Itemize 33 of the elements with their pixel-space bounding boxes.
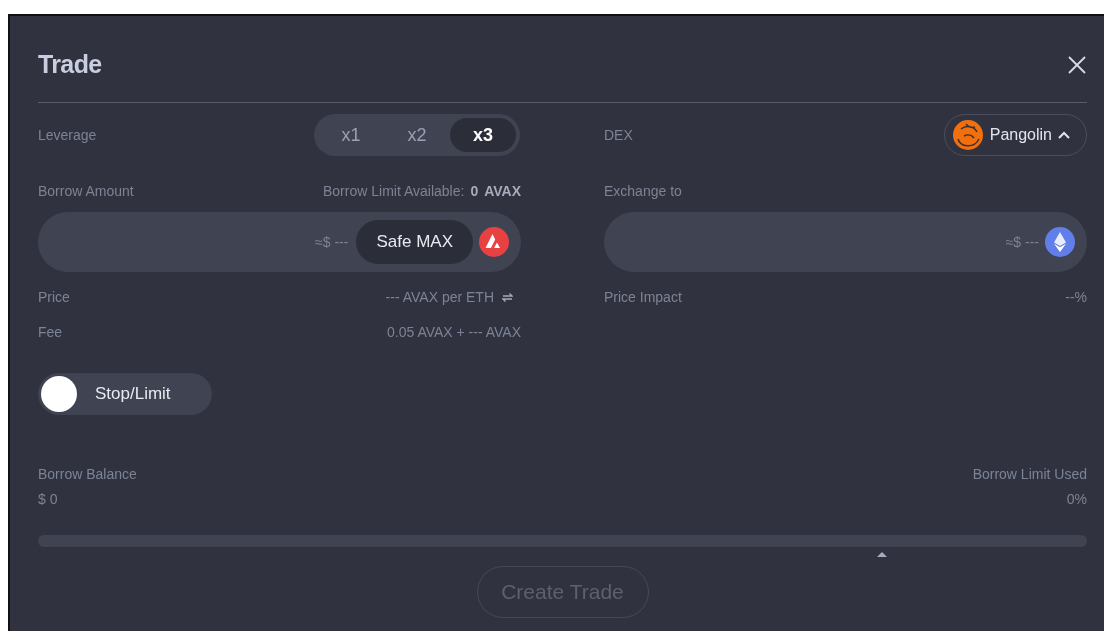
exchange-to-label: Exchange to <box>604 181 682 201</box>
usd-estimate: ≈$ --- <box>315 232 349 252</box>
currency-unit: AVAX <box>484 181 521 201</box>
price-impact-label: Price Impact <box>604 287 682 307</box>
price-label: Price <box>38 287 70 307</box>
dex-label: DEX <box>604 125 633 145</box>
borrow-limit-label: Borrow Limit Available: <box>323 181 465 201</box>
pangolin-logo-icon <box>951 119 984 151</box>
fee-value: 0.05 AVAX + --- AVAX <box>387 322 521 342</box>
limit-marker-icon <box>877 552 887 557</box>
fee-label: Fee <box>38 322 63 342</box>
stop-limit-toggle[interactable]: Stop/Limit <box>38 373 212 415</box>
leverage-tab[interactable]: x3 <box>450 118 516 152</box>
close-icon[interactable] <box>1068 56 1086 74</box>
swap-icon[interactable] <box>502 291 513 303</box>
price-impact-value: --% <box>1065 287 1087 307</box>
borrow-limit-used-value: 0% <box>1066 490 1087 509</box>
safe-max-button[interactable]: Safe MAX <box>356 220 473 264</box>
borrow-balance-value: $ 0 <box>38 490 59 509</box>
borrow-limit-value: 0 <box>470 181 479 201</box>
price-value: --- AVAX per ETH <box>385 287 494 307</box>
usd-estimate: ≈$ --- <box>1005 232 1039 252</box>
borrow-amount-label: Borrow Amount <box>38 181 134 201</box>
dialog-title: Trade <box>38 49 102 81</box>
leverage-tab[interactable]: x1 <box>318 118 384 152</box>
ethereum-icon <box>1045 227 1075 257</box>
borrow-amount-field[interactable]: ≈$ --- Safe MAX <box>38 212 521 272</box>
caret-up-icon <box>1058 131 1070 139</box>
leverage-label: Leverage <box>38 125 97 145</box>
borrow-limit-used-label: Borrow Limit Used <box>972 465 1087 484</box>
avalanche-icon <box>479 227 509 257</box>
leverage-tab[interactable]: x2 <box>384 118 450 152</box>
borrow-balance-label: Borrow Balance <box>38 465 137 484</box>
